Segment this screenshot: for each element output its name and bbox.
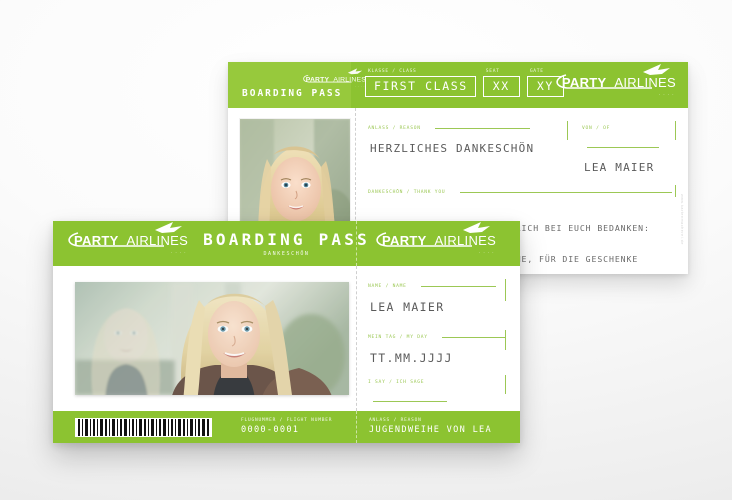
footer-reason-label: ANLASS / REASON	[369, 418, 422, 423]
name-tick	[505, 279, 506, 301]
back-card-boarding-pass-label: BOARDING PASS	[242, 88, 343, 99]
from-field-line: VON / OF	[582, 118, 676, 156]
flight-number-value[interactable]: 0000-0001	[241, 425, 332, 435]
seat-value[interactable]: XX	[482, 76, 520, 97]
front-header-perforation	[356, 221, 357, 266]
day-value[interactable]: TT.MM.JJJJ	[368, 348, 506, 369]
thanks-tick	[675, 185, 676, 197]
brand-logo-back-header: PARTY AIRLINES ....	[554, 64, 676, 96]
brand-logo-front-left: PARTY AIRLINES ....	[66, 222, 189, 254]
say-field-line: I SAY / ICH SAGE	[368, 372, 506, 410]
front-card-photo	[75, 282, 349, 395]
say-label: I SAY / ICH SAGE	[368, 380, 425, 385]
back-card-top-fields-row: ANLASS / REASON HERZLICHES DANKESCHÖN VO…	[368, 118, 676, 178]
brand-logo-dots: ....	[658, 91, 676, 96]
brand-logo-primary: PARTY	[74, 233, 119, 248]
footer-reason-value[interactable]: JUGENDWEIHE VON LEA	[369, 425, 492, 435]
thanks-label: DANKESCHÖN / THANK YOU	[368, 190, 446, 195]
airplane-icon	[347, 68, 363, 75]
seat-field: SEAT XX	[482, 69, 520, 97]
day-tick	[505, 330, 506, 350]
reason-label: ANLASS / REASON	[368, 126, 421, 131]
name-label: NAME / NAME	[368, 284, 407, 289]
say-tick	[505, 375, 506, 394]
front-card-footer: FLUGNUMMER / FLIGHT NUMBER 0000-0001 ANL…	[53, 411, 520, 443]
barcode	[75, 418, 212, 437]
thanks-rule	[460, 192, 672, 193]
brand-logo-front-right: PARTY AIRLINES ....	[374, 222, 497, 254]
class-seat-gate-group: KLASSE / CLASS FIRST CLASS SEAT XX GATE …	[365, 69, 564, 97]
brand-logo-secondary: AIRLINES	[434, 233, 497, 248]
reason-tick	[567, 121, 568, 140]
from-field: VON / OF LEA MAIER	[582, 118, 676, 178]
name-value[interactable]: LEA MAIER	[368, 297, 506, 318]
brand-logo-primary: PARTY	[561, 75, 607, 90]
from-value[interactable]: LEA MAIER	[582, 158, 676, 178]
fields-spacer	[368, 318, 506, 327]
brand-logo-secondary: AIRLINES	[614, 75, 676, 90]
watermark-text: www.kartenmacherei.de	[680, 194, 684, 245]
from-rule	[587, 147, 659, 148]
name-field-line: NAME / NAME	[368, 276, 506, 301]
brand-logo-secondary: AIRLINES	[126, 233, 189, 248]
day-field: MEIN TAG / MY DAY TT.MM.JJJJ	[368, 327, 506, 369]
brand-logo-primary: PARTY	[305, 75, 330, 84]
reason-value[interactable]: HERZLICHES DANKESCHÖN	[368, 139, 568, 159]
seat-label: SEAT	[485, 69, 500, 74]
reason-rule	[435, 128, 531, 129]
class-label: KLASSE / CLASS	[368, 69, 417, 74]
day-field-line: MEIN TAG / MY DAY	[368, 327, 506, 350]
reason-field: ANLASS / REASON HERZLICHES DANKESCHÖN	[368, 118, 568, 178]
from-tick	[675, 121, 676, 140]
class-value[interactable]: FIRST CLASS	[365, 76, 476, 97]
front-body-perforation	[356, 266, 357, 411]
front-boarding-pass-card[interactable]: PARTY AIRLINES .... BOARDING PASS DANKES…	[53, 221, 520, 443]
from-label: VON / OF	[582, 126, 611, 131]
class-field: KLASSE / CLASS FIRST CLASS	[365, 69, 476, 97]
front-card-body: NAME / NAME LEA MAIER MEIN TAG / MY DAY …	[53, 266, 520, 443]
brand-logo-secondary: AIRLINES	[333, 75, 366, 84]
day-label: MEIN TAG / MY DAY	[368, 335, 428, 340]
name-rule	[421, 286, 497, 287]
front-card-header: PARTY AIRLINES .... BOARDING PASS DANKES…	[53, 221, 520, 266]
day-rule	[442, 337, 506, 338]
name-field: NAME / NAME LEA MAIER	[368, 276, 506, 318]
brand-logo-dots: ....	[170, 249, 189, 254]
flight-number-field: FLUGNUMMER / FLIGHT NUMBER 0000-0001	[241, 418, 332, 435]
brand-logo-dots: ....	[355, 83, 366, 88]
front-footer-perforation	[356, 411, 357, 443]
say-rule	[373, 401, 447, 402]
brand-logo-small: PARTY AIRLINES ....	[302, 68, 366, 88]
reason-field-line: ANLASS / REASON	[368, 118, 568, 140]
brand-logo-primary: PARTY	[382, 233, 427, 248]
flight-number-label: FLUGNUMMER / FLIGHT NUMBER	[241, 418, 333, 423]
footer-reason-field: ANLASS / REASON JUGENDWEIHE VON LEA	[369, 418, 492, 435]
thanks-field-line: DANKESCHÖN / THANK YOU	[368, 182, 676, 201]
back-card-header: BOARDING PASS PARTY AIRLINES .... KLASSE…	[228, 62, 688, 108]
portrait-photo-illustration	[75, 282, 349, 395]
brand-logo-dots: ....	[478, 249, 497, 254]
